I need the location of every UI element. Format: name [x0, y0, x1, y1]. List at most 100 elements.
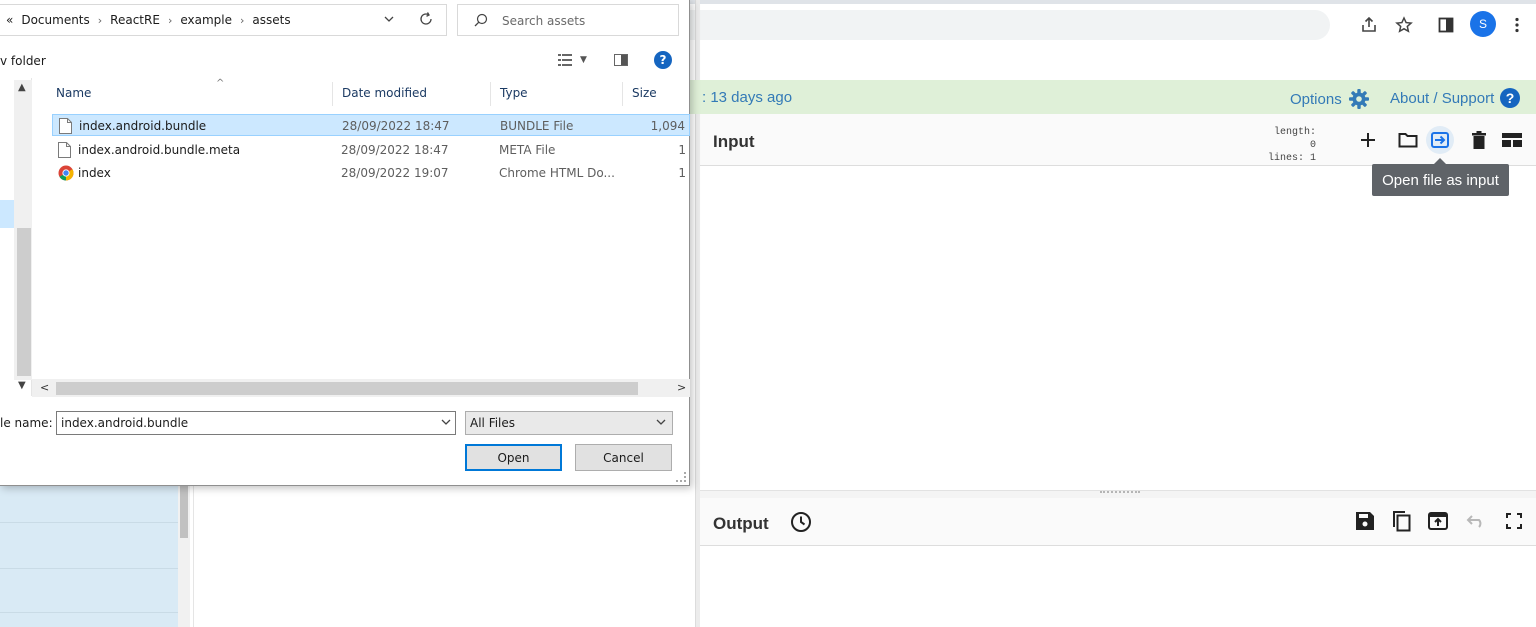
file-row[interactable]: index.android.bundle 28/09/2022 18:47 BU… — [52, 114, 690, 136]
column-separator[interactable] — [622, 82, 623, 106]
open-file-dialog: « Documents › ReactRE › example › assets… — [0, 0, 690, 486]
resize-grip[interactable] — [676, 472, 686, 482]
list-item[interactable] — [0, 568, 178, 569]
help-circle-icon: ? — [1500, 88, 1521, 108]
dialog-address-bar[interactable]: « Documents › ReactRE › example › assets — [0, 4, 447, 36]
file-date: 28/09/2022 19:07 — [341, 166, 449, 180]
breadcrumb: « Documents › ReactRE › example › assets — [6, 13, 291, 27]
cancel-button[interactable]: Cancel — [575, 444, 672, 471]
file-date: 28/09/2022 18:47 — [341, 143, 449, 157]
open-folder-icon[interactable] — [1394, 126, 1422, 154]
profile-avatar[interactable]: S — [1470, 11, 1496, 37]
svg-text:?: ? — [1506, 90, 1515, 106]
breadcrumb-overflow[interactable]: « — [6, 13, 13, 27]
breadcrumb-item[interactable]: ReactRE — [110, 13, 160, 27]
splitter-grip[interactable] — [1100, 491, 1140, 494]
share-icon[interactable] — [1357, 13, 1381, 37]
file-name: index — [78, 166, 111, 180]
filename-value: index.android.bundle — [61, 416, 189, 430]
chevron-down-icon[interactable] — [441, 417, 451, 427]
file-type-select[interactable]: All Files — [465, 411, 673, 435]
help-button[interactable]: ? — [654, 51, 672, 69]
view-options-icon[interactable]: ▼ — [558, 54, 587, 66]
fullscreen-icon[interactable] — [1506, 513, 1522, 529]
operations-scroll-thumb[interactable] — [180, 486, 188, 538]
input-header: Input length: 0 lines: 1 — [700, 114, 1536, 166]
list-item[interactable] — [0, 612, 178, 613]
column-size[interactable]: Size — [632, 86, 657, 100]
dialog-toolbar: v folder ▼ ? — [0, 44, 690, 78]
preview-pane-icon[interactable] — [614, 54, 628, 66]
recipe-pane — [193, 486, 695, 627]
horizontal-scroll-thumb[interactable] — [56, 382, 638, 395]
layout-icon[interactable] — [1498, 126, 1526, 154]
scroll-left-arrow-icon[interactable]: < — [40, 381, 49, 394]
add-tab-icon[interactable] — [1354, 126, 1382, 154]
chrome-icon — [58, 165, 74, 181]
file-size: 1 — [678, 143, 686, 157]
replace-input-icon[interactable] — [1428, 512, 1448, 530]
input-stats: length: 0 lines: 1 — [1266, 126, 1316, 165]
scroll-right-arrow-icon[interactable]: > — [677, 381, 686, 394]
input-title: Input — [713, 132, 755, 151]
open-button[interactable]: Open — [465, 444, 562, 471]
new-folder-button[interactable]: v folder — [0, 54, 46, 68]
refresh-icon[interactable] — [418, 11, 434, 27]
column-separator[interactable] — [332, 82, 333, 106]
tab-strip — [690, 0, 1536, 4]
file-type: Chrome HTML Do... — [499, 166, 615, 180]
column-name[interactable]: Name — [56, 86, 91, 100]
lines-label: lines: — [1267, 153, 1304, 164]
file-name: index.android.bundle — [79, 119, 207, 133]
search-input[interactable]: Search assets — [457, 4, 679, 36]
breadcrumb-item[interactable]: example — [180, 13, 232, 27]
chevron-right-icon: › — [240, 13, 245, 27]
chevron-down-icon — [656, 417, 666, 427]
list-item[interactable] — [0, 522, 178, 523]
scroll-up-arrow-icon[interactable]: ▲ — [18, 82, 26, 93]
banner-text: : 13 days ago — [702, 89, 793, 106]
file-row[interactable]: index 28/09/2022 19:07 Chrome HTML Do...… — [52, 162, 690, 184]
file-size: 1 — [678, 166, 686, 180]
options-link[interactable]: Options — [1290, 88, 1370, 110]
search-icon — [474, 13, 488, 27]
breadcrumb-item[interactable]: Documents — [21, 13, 89, 27]
address-bar[interactable] — [690, 10, 1330, 40]
chevron-right-icon: › — [167, 13, 173, 27]
undo-icon[interactable] — [1466, 514, 1486, 528]
save-icon[interactable] — [1356, 512, 1374, 530]
file-size: 1,094 — [650, 119, 685, 133]
length-value: 0 — [1309, 140, 1316, 151]
options-label: Options — [1290, 90, 1342, 108]
open-file-as-input-icon[interactable] — [1426, 126, 1454, 154]
nav-scroll-thumb[interactable] — [17, 228, 31, 376]
operations-list — [0, 486, 190, 627]
file-name: index.android.bundle.meta — [78, 143, 241, 157]
column-type[interactable]: Type — [500, 86, 528, 100]
nav-selected-item[interactable] — [0, 200, 14, 228]
file-type: META File — [499, 143, 556, 157]
star-icon[interactable] — [1392, 13, 1416, 37]
file-date: 28/09/2022 18:47 — [342, 119, 450, 133]
column-separator[interactable] — [490, 82, 491, 106]
trash-icon[interactable] — [1465, 126, 1493, 154]
chevron-down-icon[interactable] — [384, 14, 394, 24]
file-icon — [58, 142, 71, 158]
kebab-menu-icon[interactable] — [1505, 13, 1529, 37]
filename-label: le name: — [0, 416, 53, 430]
copy-icon[interactable] — [1392, 510, 1412, 532]
history-clock-icon[interactable] — [790, 511, 812, 533]
file-list-header: ^ Name Date modified Type Size — [46, 78, 690, 108]
output-header: Output — [700, 498, 1536, 546]
length-label: length: — [1273, 127, 1316, 138]
scroll-down-arrow-icon[interactable]: ▼ — [18, 380, 26, 391]
caret-down-icon: ▼ — [580, 55, 587, 65]
output-title: Output — [713, 514, 769, 533]
side-panel-icon[interactable] — [1434, 13, 1458, 37]
about-support-link[interactable]: About / Support ? — [1390, 88, 1521, 108]
column-date-modified[interactable]: Date modified — [342, 86, 427, 100]
breadcrumb-item[interactable]: assets — [252, 13, 290, 27]
filename-field[interactable]: index.android.bundle — [56, 411, 456, 435]
lines-value: 1 — [1309, 153, 1316, 164]
file-row[interactable]: index.android.bundle.meta 28/09/2022 18:… — [52, 139, 690, 161]
